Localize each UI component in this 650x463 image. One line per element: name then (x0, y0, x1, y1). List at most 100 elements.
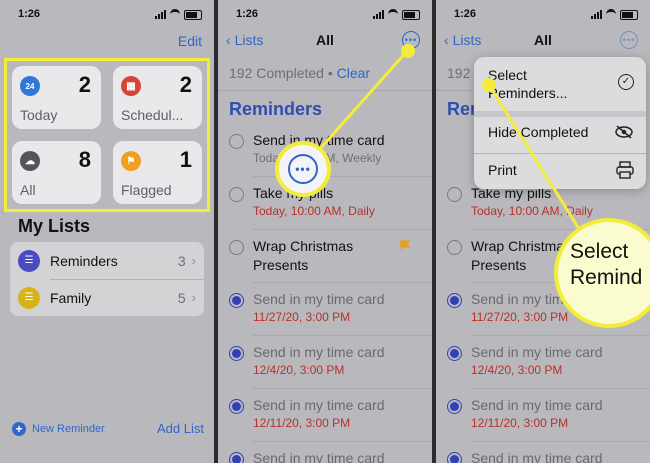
chevron-right-icon: › (191, 290, 196, 305)
wifi-icon (170, 9, 180, 20)
menu-divider (474, 153, 646, 154)
battery-icon (620, 9, 638, 20)
checkbox-circle-checked[interactable] (447, 293, 462, 308)
completed-summary: 192 Completed • Clear (229, 65, 370, 81)
reminder-title: Send in my time card (471, 450, 603, 463)
smart-list-count: 1 (179, 147, 192, 172)
divider (253, 229, 432, 230)
divider (253, 282, 432, 283)
divider (471, 335, 650, 336)
reminder-detail: 12/4/20, 3:00 PM (253, 363, 345, 377)
checkbox-circle[interactable] (229, 240, 244, 255)
divider (471, 388, 650, 389)
reminder-title: Send in my time card (471, 397, 603, 413)
smart-list-label: Today (20, 107, 58, 123)
chevron-right-icon: › (191, 253, 196, 268)
status-icons (155, 9, 202, 20)
checkbox-circle[interactable] (447, 240, 462, 255)
clear-button[interactable]: Clear (337, 65, 370, 81)
reminder-detail: 12/11/20, 3:00 PM (253, 416, 351, 430)
all-reminders-screen: 1:26 ‹ Lists All ••• 192 Completed • Cle… (218, 0, 432, 463)
checkbox-circle[interactable] (229, 187, 244, 202)
divider (253, 388, 432, 389)
lists-screen: 1:26 Edit 24 2 Today ▦ 2 Schedul... ☁ 8 … (0, 0, 214, 463)
page-title: All (534, 32, 552, 48)
tray-icon: ☁ (20, 151, 40, 171)
checkbox-circle[interactable] (447, 187, 462, 202)
smart-list-all[interactable]: ☁ 8 All (12, 141, 101, 204)
smart-list-today[interactable]: 24 2 Today (12, 66, 101, 129)
list-count: 5 (177, 289, 186, 306)
smart-list-count: 2 (78, 72, 91, 97)
flag-icon-glyph: ⚑ (126, 155, 136, 167)
add-list-button[interactable]: Add List (157, 421, 204, 436)
divider (218, 90, 432, 91)
battery-icon (184, 9, 202, 20)
checkbox-circle[interactable] (229, 134, 244, 149)
bullet-separator: • (327, 65, 333, 81)
edit-button[interactable]: Edit (178, 33, 202, 49)
signal-icon (155, 10, 166, 19)
callout-anchor-dot (401, 44, 415, 58)
all-reminders-menu-screen: 1:26 ‹ Lists All ••• 192 C Rem Take my p… (436, 0, 650, 463)
smart-list-scheduled[interactable]: ▦ 2 Schedul... (113, 66, 202, 129)
status-time: 1:26 (236, 8, 259, 20)
smart-list-label: Schedul... (121, 107, 184, 123)
wifi-icon (388, 9, 398, 20)
section-title: Reminders (229, 99, 323, 119)
reminder-detail: Today, 10:00 AM, Daily (253, 204, 375, 218)
list-bullet-icon: ☰ (18, 249, 40, 272)
checkbox-circle-checked[interactable] (229, 399, 244, 414)
menu-item-label: Hide Completed (488, 124, 589, 140)
reminder-detail: 11/27/20, 3:00 PM (253, 310, 351, 324)
status-icons (373, 9, 420, 20)
checkmark-circle-icon: ✓ (618, 74, 634, 90)
callout-text-line1: Select (570, 240, 629, 263)
callout-text-line2: Remind (570, 266, 643, 289)
checkbox-circle-checked[interactable] (447, 399, 462, 414)
menu-item-hide-completed[interactable]: Hide Completed (474, 119, 646, 147)
callout-magnifier: ••• (275, 141, 331, 197)
reminder-title: Wrap Christmas (471, 238, 572, 254)
checkbox-circle-checked[interactable] (229, 293, 244, 308)
reminder-detail: 12/4/20, 3:00 PM (471, 363, 563, 377)
status-icons (591, 9, 638, 20)
menu-item-print[interactable]: Print (474, 157, 646, 185)
more-options-icon[interactable]: ••• (620, 31, 638, 49)
reminder-detail: Today, 10:00 AM, Daily (471, 204, 593, 218)
checkbox-circle-checked[interactable] (447, 346, 462, 361)
checkbox-circle-checked[interactable] (447, 452, 462, 463)
reminder-title: Send in my time card (253, 450, 385, 463)
list-item-family[interactable]: ☰ Family 5 › (10, 279, 204, 316)
smart-list-label: All (20, 182, 36, 198)
list-item-reminders[interactable]: ☰ Reminders 3 › (10, 242, 204, 279)
smart-list-flagged[interactable]: ⚑ 1 Flagged (113, 141, 202, 204)
status-time: 1:26 (454, 8, 477, 20)
smart-list-count: 8 (78, 147, 91, 172)
options-menu: Select Reminders... ✓ Hide Completed Pri… (474, 57, 646, 189)
checkbox-circle-checked[interactable] (229, 452, 244, 463)
smart-lists-highlight: 24 2 Today ▦ 2 Schedul... ☁ 8 All ⚑ 1 Fl… (4, 58, 210, 212)
menu-item-select-reminders[interactable]: Select Reminders... ✓ (474, 65, 646, 105)
smart-list-label: Flagged (121, 182, 172, 198)
printer-icon (616, 161, 634, 179)
menu-divider (474, 111, 646, 117)
my-lists-group: ☰ Reminders 3 › ☰ Family 5 › (10, 242, 204, 316)
menu-item-label: Print (488, 162, 517, 178)
list-name: Reminders (50, 252, 118, 269)
eye-slash-icon (615, 125, 633, 139)
new-reminder-button[interactable]: + New Reminder (12, 422, 105, 436)
wifi-icon (606, 9, 616, 20)
completed-count: 192 Completed (229, 65, 324, 81)
status-bar: 1:26 (0, 8, 214, 22)
flag-icon: ⚑ (121, 151, 141, 171)
reminder-title: Send in my time card (253, 344, 385, 360)
new-reminder-label: New Reminder (32, 423, 105, 435)
smart-list-count: 2 (179, 72, 192, 97)
divider (253, 441, 432, 442)
signal-icon (591, 10, 602, 19)
flag-icon (400, 240, 410, 250)
callout-magnifier: Select Remind (554, 218, 650, 328)
reminder-title-line2: Presents (471, 257, 527, 273)
checkbox-circle-checked[interactable] (229, 346, 244, 361)
